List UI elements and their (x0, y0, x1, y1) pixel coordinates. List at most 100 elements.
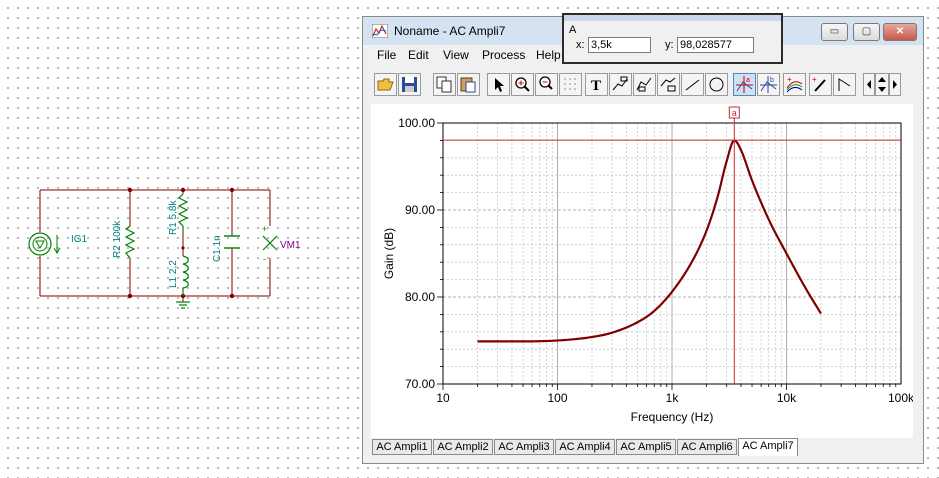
circuit-schematic[interactable]: IG1 R2 100k R1 5,8k L1 2,2 C1 1n + - VM1 (0, 0, 360, 478)
paste-icon (460, 77, 476, 93)
label-button-2[interactable] (633, 73, 656, 96)
svg-text:T: T (591, 78, 601, 93)
close-button[interactable]: ✕ (883, 23, 917, 41)
capacitor-c1[interactable] (224, 235, 240, 249)
x-tick-label: 10 (436, 391, 450, 405)
tab-ac-ampli3[interactable]: AC Ampli3 (494, 439, 554, 455)
curve-button[interactable]: + (783, 73, 806, 96)
x-readout-label: x: (576, 39, 585, 51)
open-button[interactable] (374, 73, 397, 96)
close-icon: ✕ (895, 26, 905, 37)
cursor-flag-label: a (732, 108, 737, 118)
gain-frequency-chart[interactable]: 10 100 1k 10k 100k 70.00 80.00 90.00 100.00 Freq… (371, 104, 913, 438)
menu-process[interactable]: Process (482, 48, 525, 62)
x-tick-label: 1k (666, 391, 680, 405)
cursor-b-button[interactable]: b (757, 73, 780, 96)
svg-text:b: b (770, 77, 774, 84)
svg-text:+: + (812, 76, 817, 84)
save-icon (402, 77, 417, 92)
label-button-3[interactable] (657, 73, 680, 96)
label-icon (660, 77, 676, 92)
label-r1: R1 5,8k (168, 200, 179, 235)
window-title: Noname - AC Ampli7 (394, 24, 506, 38)
menu-help[interactable]: Help (536, 48, 561, 62)
marker-button[interactable]: + (809, 73, 832, 96)
maximize-button[interactable]: ▢ (853, 23, 880, 41)
tab-ac-ampli2[interactable]: AC Ampli2 (433, 439, 493, 455)
y-readout-field[interactable]: 98,028577 (677, 37, 754, 53)
maximize-icon: ▢ (861, 26, 872, 37)
tab-ac-ampli7[interactable]: AC Ampli7 (738, 438, 798, 456)
x-tick-label: 100k (888, 391, 913, 405)
line-button[interactable] (681, 73, 704, 96)
scroll-updown-icon (878, 77, 886, 92)
label-l1: L1 2,2 (168, 260, 179, 288)
tab-ac-ampli6[interactable]: AC Ampli6 (677, 439, 737, 455)
ellipse-button[interactable] (705, 73, 728, 96)
tab-ac-ampli1[interactable]: AC Ampli1 (372, 439, 432, 455)
menu-edit[interactable]: Edit (408, 48, 429, 62)
label-button-1[interactable] (609, 73, 632, 96)
ground-icon (176, 301, 190, 309)
zoom-out-button[interactable] (535, 73, 558, 96)
cursor-readout-popup[interactable]: A x: 3,5k y: 98,028577 (562, 13, 783, 64)
label-c1: C1 1n (212, 235, 223, 262)
ac-analysis-window[interactable]: Noname - AC Ampli7 ▭ ▢ ✕ File Edit View … (362, 16, 924, 464)
line-icon (685, 79, 700, 91)
grid-icon (564, 78, 576, 90)
label-vm1: VM1 (280, 240, 301, 251)
copy-button[interactable] (433, 73, 456, 96)
marker-icon: + (812, 76, 826, 92)
pointer-icon (495, 78, 504, 92)
y-tick-label: 90.00 (405, 203, 435, 217)
plot-area[interactable]: 10 100 1k 10k 100k 70.00 80.00 90.00 100.00 Freq… (371, 104, 913, 438)
current-source-ig1[interactable] (28, 232, 61, 256)
cursor-b-icon: b (760, 76, 777, 93)
label-icon (612, 76, 628, 91)
tab-ac-ampli5[interactable]: AC Ampli5 (616, 439, 676, 455)
paste-button[interactable] (457, 73, 480, 96)
pointer-button[interactable] (487, 73, 510, 96)
scroll-left-button[interactable] (863, 73, 875, 96)
grid-button[interactable] (559, 73, 582, 96)
open-icon (377, 78, 394, 91)
tick-labels: 10 100 1k 10k 100k 70.00 80.00 90.00 100.00 (398, 116, 913, 405)
resistor-r2[interactable] (124, 225, 136, 259)
cursor-a-button[interactable]: a (733, 73, 756, 96)
app-icon (372, 24, 388, 38)
ellipse-icon (709, 77, 724, 92)
voltmeter-vm1[interactable] (262, 235, 278, 251)
minimize-button[interactable]: ▭ (821, 23, 848, 41)
label-r2: R2 100k (112, 220, 123, 258)
y-readout-label: y: (665, 39, 674, 51)
scroll-right-button[interactable] (889, 73, 901, 96)
x-tick-label: 100 (547, 391, 567, 405)
curve-icon: + (786, 76, 803, 93)
meter-plus: + (262, 224, 267, 234)
tab-ac-ampli4[interactable]: AC Ampli4 (555, 439, 615, 455)
scroll-updown-button[interactable] (875, 73, 889, 96)
popup-title-bar (564, 15, 781, 21)
toolbar: T a b + + (363, 68, 923, 102)
copy-icon (436, 76, 452, 93)
y-axis-label: Gain (dB) (382, 228, 396, 279)
zoom-in-button[interactable] (511, 73, 534, 96)
inductor-l1[interactable] (182, 255, 189, 296)
meter-minus: - (263, 254, 266, 264)
menu-file[interactable]: File (377, 48, 396, 62)
label-icon (636, 77, 652, 92)
x-axis-label: Frequency (Hz) (631, 410, 714, 424)
resistor-r1[interactable] (177, 193, 189, 232)
menu-view[interactable]: View (443, 48, 469, 62)
popup-title: A (569, 24, 577, 36)
x-readout-field[interactable]: 3,5k (588, 37, 651, 53)
svg-text:+: + (787, 76, 792, 84)
y-tick-label: 80.00 (405, 290, 435, 304)
save-button[interactable] (398, 73, 421, 96)
text-button[interactable]: T (585, 73, 608, 96)
y-tick-label: 70.00 (405, 377, 435, 391)
analysis-tabs: AC Ampli1 AC Ampli2 AC Ampli3 AC Ampli4 AC A… (372, 438, 912, 460)
angle-button[interactable] (833, 73, 856, 96)
cursor-a-icon: a (736, 76, 753, 93)
scroll-right-icon (893, 80, 897, 89)
